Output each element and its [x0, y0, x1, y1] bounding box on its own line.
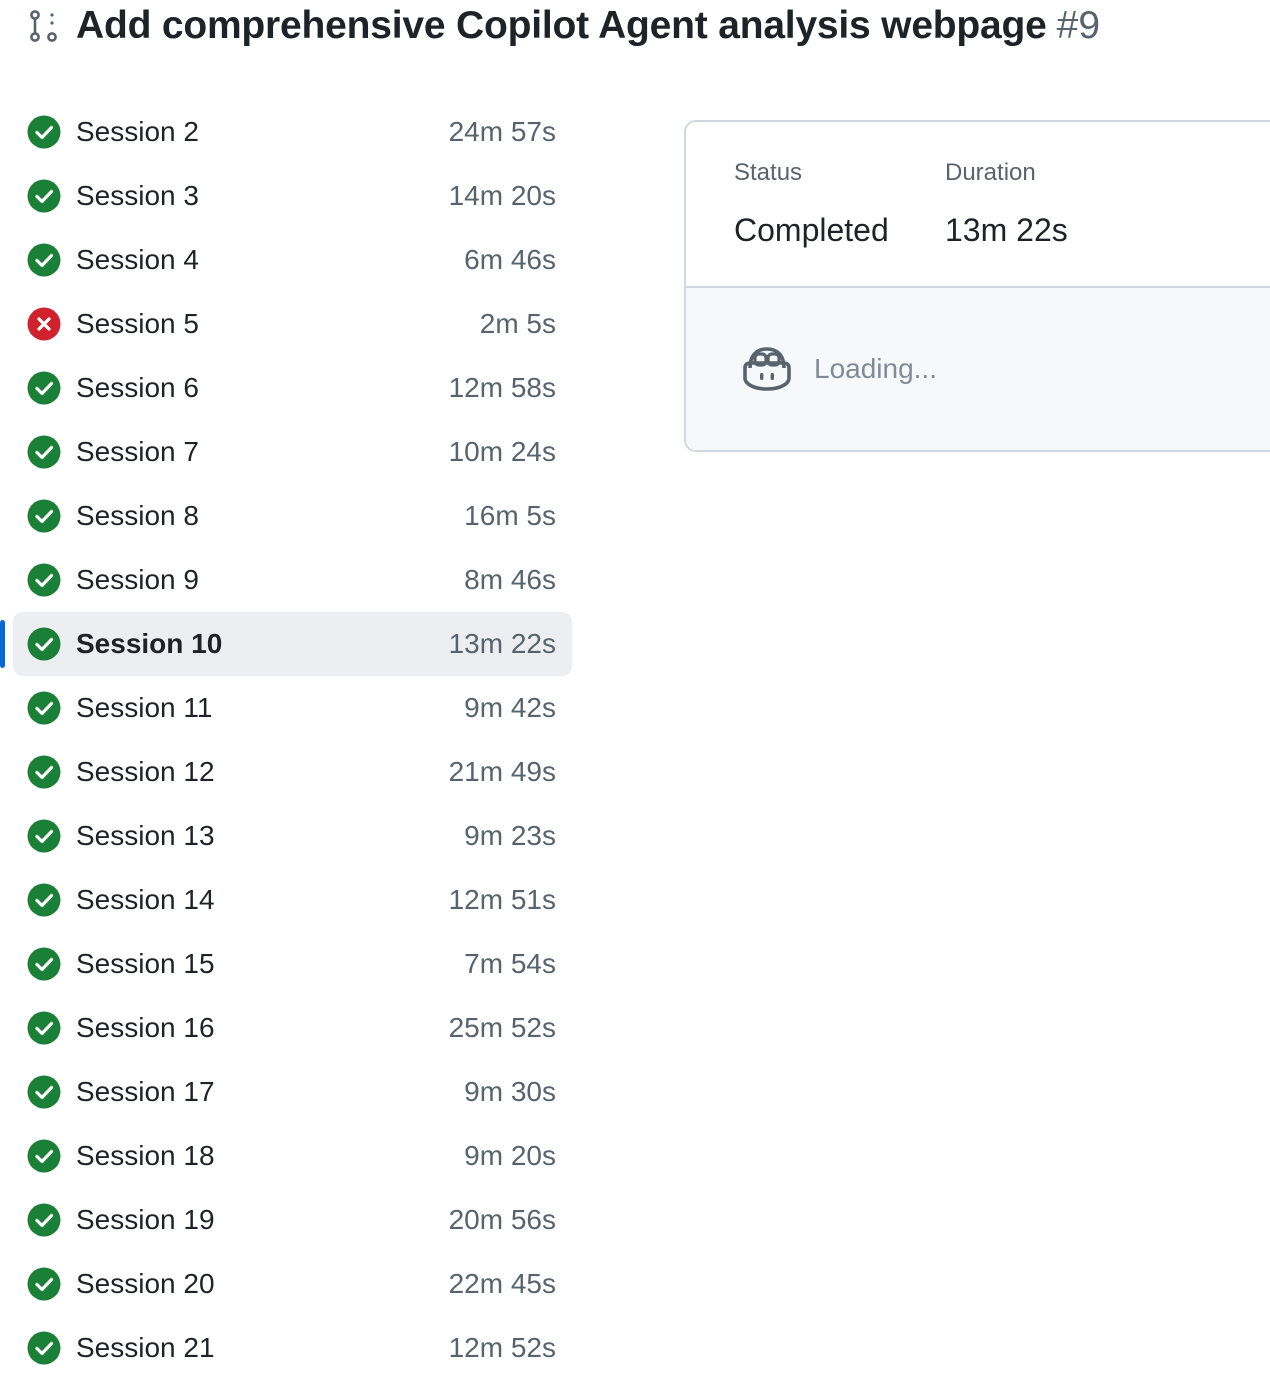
check-circle-icon — [27, 883, 61, 917]
session-item[interactable]: Session 21 12m 52s — [0, 1316, 580, 1380]
check-circle-icon — [27, 947, 61, 981]
session-duration: 24m 57s — [448, 116, 556, 147]
check-circle-icon — [27, 563, 61, 597]
session-item[interactable]: Session 2 24m 57s — [0, 100, 580, 164]
session-item[interactable]: Session 8 16m 5s — [0, 484, 580, 548]
check-circle-icon — [27, 499, 61, 533]
session-name: Session 18 — [76, 1140, 215, 1171]
session-name: Session 16 — [76, 1012, 215, 1043]
session-duration: 14m 20s — [448, 180, 556, 211]
session-item[interactable]: Session 7 10m 24s — [0, 420, 580, 484]
session-duration: 9m 42s — [464, 692, 556, 723]
check-circle-icon — [27, 243, 61, 277]
session-name: Session 17 — [76, 1076, 215, 1107]
duration-value: 13m 22s — [945, 212, 1068, 248]
loading-indicator: Loading... — [740, 346, 937, 392]
pull-request-icon — [26, 9, 60, 43]
session-duration: 10m 24s — [448, 436, 556, 467]
session-name: Session 2 — [76, 116, 199, 147]
session-item[interactable]: Session 19 20m 56s — [0, 1188, 580, 1252]
session-name: Session 15 — [76, 948, 215, 979]
status-block: Status Completed — [734, 158, 889, 250]
selected-indicator — [0, 620, 5, 668]
check-circle-icon — [27, 1139, 61, 1173]
check-circle-icon — [27, 1267, 61, 1301]
session-duration: 12m 51s — [448, 884, 556, 915]
check-circle-icon — [27, 691, 61, 725]
session-name: Session 3 — [76, 180, 199, 211]
session-name: Session 5 — [76, 308, 199, 339]
session-name: Session 10 — [76, 628, 223, 659]
check-circle-icon — [27, 179, 61, 213]
page-title: Add comprehensive Copilot Agent analysis… — [76, 4, 1047, 47]
check-circle-icon — [27, 371, 61, 405]
check-circle-icon — [27, 627, 61, 661]
x-circle-icon — [27, 307, 61, 341]
session-duration: 9m 30s — [464, 1076, 556, 1107]
loading-text: Loading... — [814, 353, 937, 384]
duration-block: Duration 13m 22s — [945, 158, 1068, 250]
session-duration: 13m 22s — [448, 628, 556, 659]
session-duration: 25m 52s — [448, 1012, 556, 1043]
session-duration: 22m 45s — [448, 1268, 556, 1299]
session-duration: 9m 23s — [464, 820, 556, 851]
session-duration: 8m 46s — [464, 564, 556, 595]
page-header: Add comprehensive Copilot Agent analysis… — [26, 0, 1100, 52]
session-duration: 6m 46s — [464, 244, 556, 275]
session-item[interactable]: Session 20 22m 45s — [0, 1252, 580, 1316]
session-name: Session 8 — [76, 500, 199, 531]
session-item[interactable]: Session 9 8m 46s — [0, 548, 580, 612]
session-name: Session 9 — [76, 564, 199, 595]
pr-number: #9 — [1056, 4, 1101, 47]
session-name: Session 21 — [76, 1332, 215, 1363]
check-circle-icon — [27, 1075, 61, 1109]
session-item[interactable]: Session 11 9m 42s — [0, 676, 580, 740]
session-duration: 9m 20s — [464, 1140, 556, 1171]
session-duration: 12m 52s — [448, 1332, 556, 1363]
session-duration: 12m 58s — [448, 372, 556, 403]
session-list: Session 2 24m 57s Session 3 14m 20s Session … — [0, 100, 580, 1380]
session-name: Session 19 — [76, 1204, 215, 1235]
session-duration: 16m 5s — [464, 500, 556, 531]
session-log-panel: Loading... — [686, 288, 1270, 450]
session-item[interactable]: Session 14 12m 51s — [0, 868, 580, 932]
session-detail-card: Status Completed Duration 13m 22s Loadin… — [684, 120, 1270, 452]
copilot-icon — [740, 346, 794, 392]
check-circle-icon — [27, 819, 61, 853]
session-duration: 20m 56s — [448, 1204, 556, 1235]
session-item[interactable]: Session 12 21m 49s — [0, 740, 580, 804]
session-item[interactable]: Session 5 2m 5s — [0, 292, 580, 356]
session-name: Session 6 — [76, 372, 199, 403]
session-name: Session 20 — [76, 1268, 215, 1299]
session-item[interactable]: Session 4 6m 46s — [0, 228, 580, 292]
session-name: Session 7 — [76, 436, 199, 467]
session-name: Session 11 — [76, 692, 213, 723]
session-duration: 2m 5s — [479, 308, 556, 339]
session-item[interactable]: Session 10 13m 22s — [0, 612, 580, 676]
check-circle-icon — [27, 115, 61, 149]
session-duration: 7m 54s — [464, 948, 556, 979]
check-circle-icon — [27, 1331, 61, 1365]
check-circle-icon — [27, 1203, 61, 1237]
check-circle-icon — [27, 435, 61, 469]
status-value: Completed — [734, 212, 889, 248]
session-name: Session 4 — [76, 244, 199, 275]
session-item[interactable]: Session 17 9m 30s — [0, 1060, 580, 1124]
status-label: Status — [734, 159, 803, 186]
session-name: Session 14 — [76, 884, 215, 915]
session-item[interactable]: Session 13 9m 23s — [0, 804, 580, 868]
check-circle-icon — [27, 1011, 61, 1045]
duration-label: Duration — [945, 159, 1036, 186]
session-duration: 21m 49s — [448, 756, 556, 787]
session-item[interactable]: Session 15 7m 54s — [0, 932, 580, 996]
session-name: Session 12 — [76, 756, 215, 787]
session-item[interactable]: Session 18 9m 20s — [0, 1124, 580, 1188]
session-name: Session 13 — [76, 820, 215, 851]
session-item[interactable]: Session 3 14m 20s — [0, 164, 580, 228]
session-item[interactable]: Session 16 25m 52s — [0, 996, 580, 1060]
session-item[interactable]: Session 6 12m 58s — [0, 356, 580, 420]
check-circle-icon — [27, 755, 61, 789]
session-summary: Status Completed Duration 13m 22s — [686, 122, 1270, 288]
